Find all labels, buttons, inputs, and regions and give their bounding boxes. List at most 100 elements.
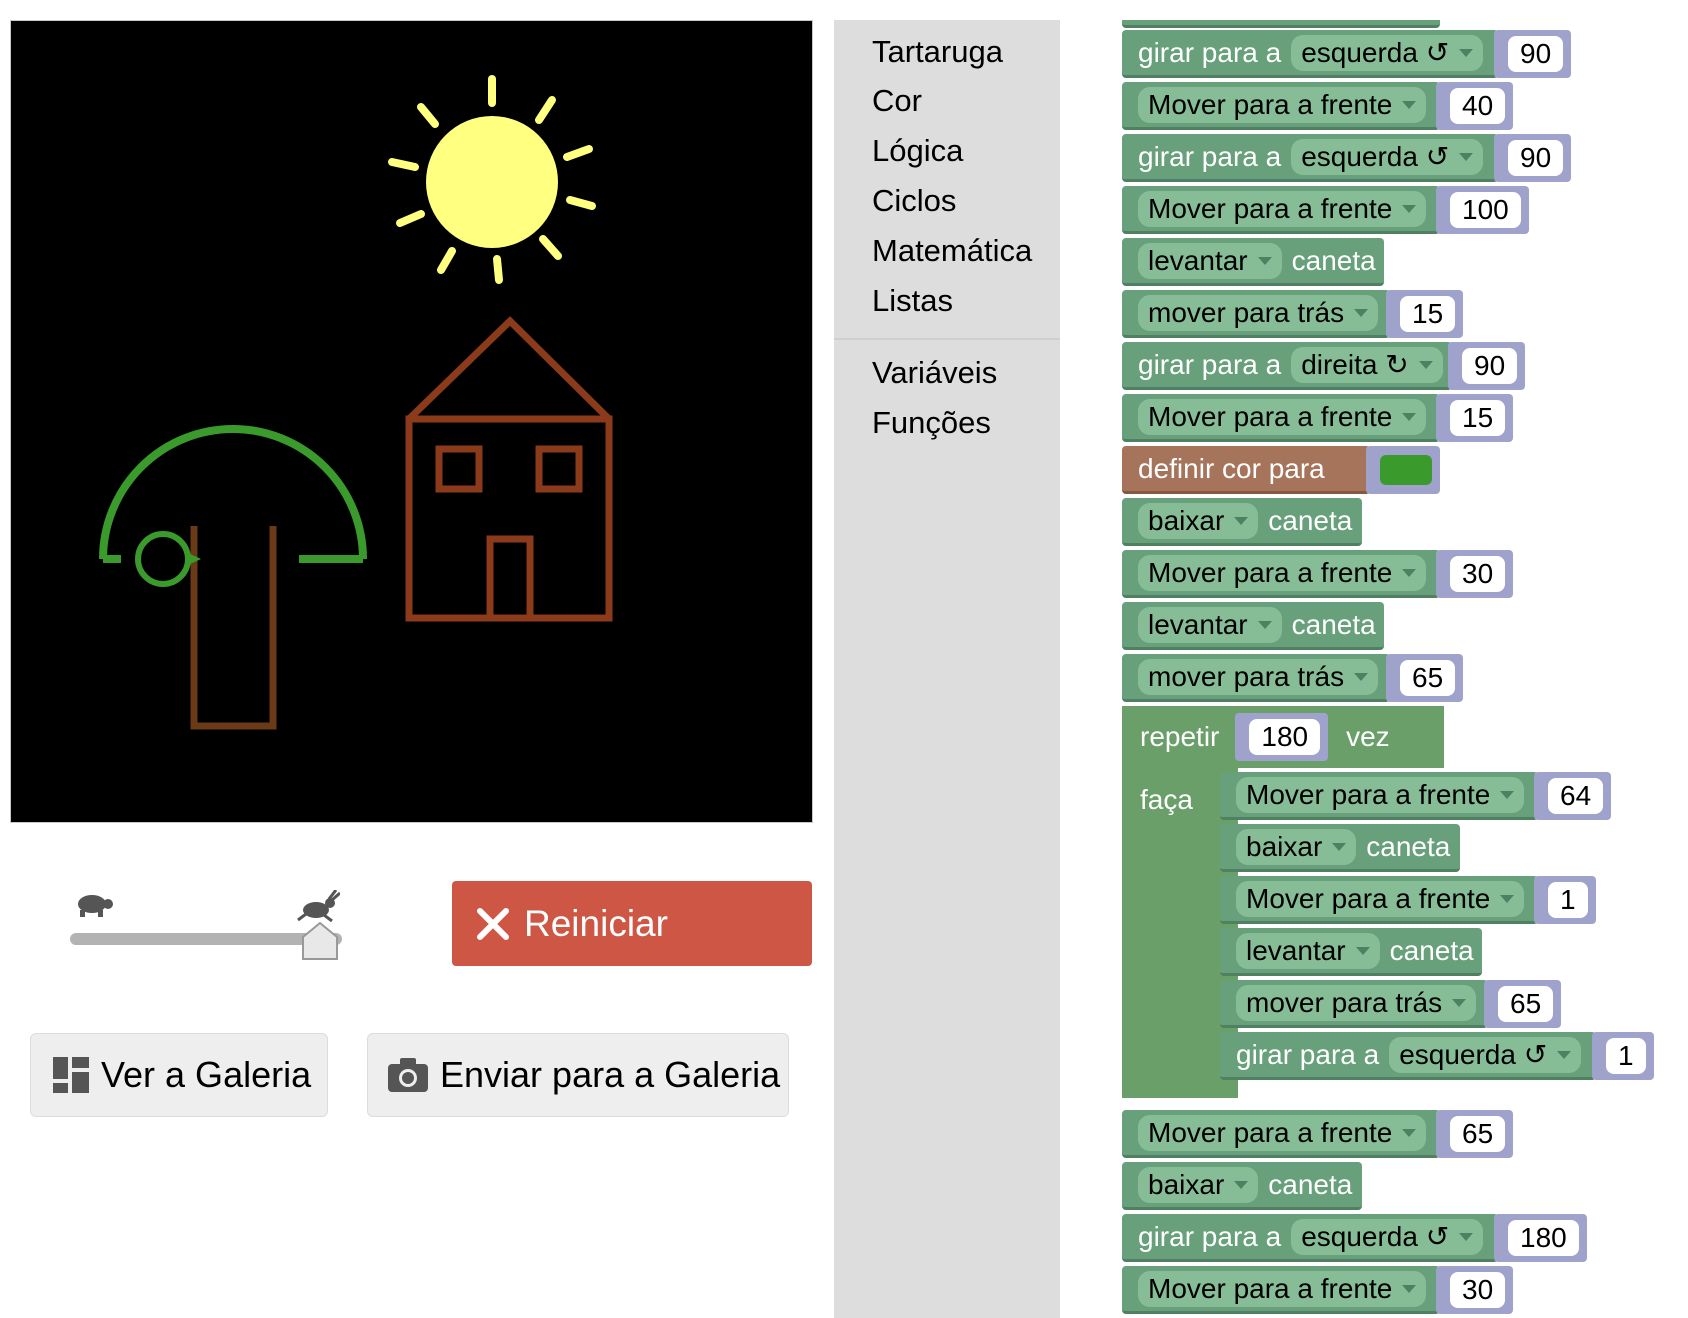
category-variaveis[interactable]: Variáveis [872,355,997,391]
number-value-block[interactable]: 40 [1436,82,1514,130]
pen-block[interactable]: levantar caneta [1122,602,1384,650]
number-field[interactable]: 30 [1450,556,1506,592]
move-direction-dropdown[interactable]: mover para trás [1138,658,1379,695]
number-field[interactable]: 64 [1548,778,1604,814]
number-value-block[interactable]: 180 [1494,1214,1587,1262]
turn-block[interactable]: girar para a direita ↻ [1122,342,1452,390]
number-value-block[interactable]: 65 [1386,654,1464,702]
move-direction-dropdown[interactable]: Mover para a frente [1236,776,1525,813]
number-value-block[interactable]: 30 [1436,550,1514,598]
repeat-count-block[interactable]: 180 [1235,713,1329,761]
turn-direction-dropdown[interactable]: esquerda ↺ [1291,34,1484,71]
partial-block[interactable] [1122,20,1440,28]
number-field[interactable]: 15 [1400,296,1456,332]
number-field[interactable]: 90 [1508,140,1564,176]
number-value-block[interactable]: 100 [1436,186,1529,234]
pen-state-dropdown[interactable]: levantar [1236,932,1380,969]
category-logica[interactable]: Lógica [872,133,963,169]
category-cor[interactable]: Cor [872,83,922,119]
turn-direction-dropdown[interactable]: esquerda ↺ [1291,138,1484,175]
move-block[interactable]: Mover para a frente [1122,1110,1440,1158]
number-field[interactable]: 1 [1548,882,1588,918]
colour-block[interactable]: definir cor para [1122,446,1370,494]
number-value-block[interactable]: 1 [1534,876,1596,924]
turn-direction-dropdown[interactable]: esquerda ↺ [1291,1218,1484,1255]
number-value-block[interactable]: 30 [1436,1266,1514,1314]
move-direction-dropdown[interactable]: Mover para a frente [1236,880,1525,917]
move-block[interactable]: Mover para a frente [1122,186,1440,234]
number-field[interactable]: 90 [1462,348,1518,384]
number-value-block[interactable]: 15 [1386,290,1464,338]
number-value-block[interactable]: 64 [1534,772,1612,820]
pen-state-dropdown[interactable]: levantar [1138,242,1282,279]
number-field[interactable]: 1 [1606,1038,1646,1074]
pen-block[interactable]: baixar caneta [1220,824,1460,872]
pen-block[interactable]: levantar caneta [1122,238,1384,286]
number-field[interactable]: 180 [1508,1220,1579,1256]
number-field[interactable]: 65 [1498,986,1554,1022]
category-matematica[interactable]: Matemática [872,233,1032,269]
move-block[interactable]: mover para trás [1220,980,1488,1028]
slider-knob[interactable] [302,922,338,960]
number-field[interactable]: 65 [1400,660,1456,696]
send-gallery-button[interactable]: Enviar para a Galeria [367,1033,789,1117]
chevron-down-icon [1355,946,1370,955]
blocks-workspace[interactable]: girar para a esquerda ↺ 90 Mover para a fre… [1060,20,1688,1318]
move-direction-dropdown[interactable]: mover para trás [1236,984,1477,1021]
category-funcoes[interactable]: Funções [872,405,991,441]
number-field[interactable]: 65 [1450,1116,1506,1152]
move-block[interactable]: mover para trás [1122,654,1390,702]
move-block[interactable]: Mover para a frente [1122,550,1440,598]
number-field[interactable]: 90 [1508,36,1564,72]
reset-button[interactable]: Reiniciar [452,881,812,966]
number-field[interactable]: 30 [1450,1272,1506,1308]
move-block[interactable]: Mover para a frente [1220,876,1538,924]
pen-state-dropdown[interactable]: levantar [1138,606,1282,643]
move-direction-dropdown[interactable]: Mover para a frente [1138,86,1427,123]
move-direction-dropdown[interactable]: Mover para a frente [1138,1114,1427,1151]
repeat-count-field[interactable]: 180 [1249,719,1321,755]
move-block[interactable]: Mover para a frente [1220,772,1538,820]
number-value-block[interactable]: 65 [1436,1110,1514,1158]
category-listas[interactable]: Listas [872,283,953,319]
move-direction-dropdown[interactable]: mover para trás [1138,294,1379,331]
number-field[interactable]: 40 [1450,88,1506,124]
turn-direction-dropdown[interactable]: esquerda ↺ [1389,1036,1582,1073]
move-direction-dropdown[interactable]: Mover para a frente [1138,398,1427,435]
move-direction-dropdown[interactable]: Mover para a frente [1138,1270,1427,1307]
colour-swatch[interactable] [1380,455,1432,485]
pen-state-dropdown[interactable]: baixar [1236,828,1357,865]
number-value-block[interactable]: 65 [1484,980,1562,1028]
pen-state-dropdown[interactable]: baixar [1138,1166,1259,1203]
number-value-block[interactable]: 90 [1494,30,1572,78]
number-value-block[interactable]: 15 [1436,394,1514,442]
turn-block[interactable]: girar para a esquerda ↺ [1122,134,1498,182]
move-direction-dropdown[interactable]: Mover para a frente [1138,190,1427,227]
speed-slider[interactable] [64,890,348,960]
move-block[interactable]: Mover para a frente [1122,1266,1440,1314]
turn-block[interactable]: girar para a esquerda ↺ [1220,1032,1596,1080]
move-direction-dropdown[interactable]: Mover para a frente [1138,554,1427,591]
pen-block[interactable]: levantar caneta [1220,928,1482,976]
pen-block[interactable]: baixar caneta [1122,498,1362,546]
number-field[interactable]: 100 [1450,192,1521,228]
pen-block[interactable]: baixar caneta [1122,1162,1362,1210]
number-field[interactable]: 15 [1450,400,1506,436]
move-block[interactable]: Mover para a frente [1122,394,1440,442]
repeat-header[interactable]: repetir 180 vez [1122,706,1444,768]
view-gallery-button[interactable]: Ver a Galeria [30,1033,328,1117]
turn-block[interactable]: girar para a esquerda ↺ [1122,1214,1498,1262]
pen-state-dropdown[interactable]: baixar [1138,502,1259,539]
move-block[interactable]: mover para trás [1122,290,1390,338]
move-block[interactable]: Mover para a frente [1122,82,1440,130]
turn-block[interactable]: girar para a esquerda ↺ [1122,30,1498,78]
number-value-block[interactable]: 90 [1448,342,1526,390]
number-value-block[interactable]: 90 [1494,134,1572,182]
pen-state-dropdown-label: levantar [1148,608,1248,640]
category-tartaruga[interactable]: Tartaruga [872,34,1003,70]
number-value-block[interactable]: 1 [1592,1032,1654,1080]
close-icon [477,907,509,940]
turn-direction-dropdown[interactable]: direita ↻ [1291,346,1443,383]
category-ciclos[interactable]: Ciclos [872,183,956,219]
colour-value-block[interactable] [1366,446,1440,494]
